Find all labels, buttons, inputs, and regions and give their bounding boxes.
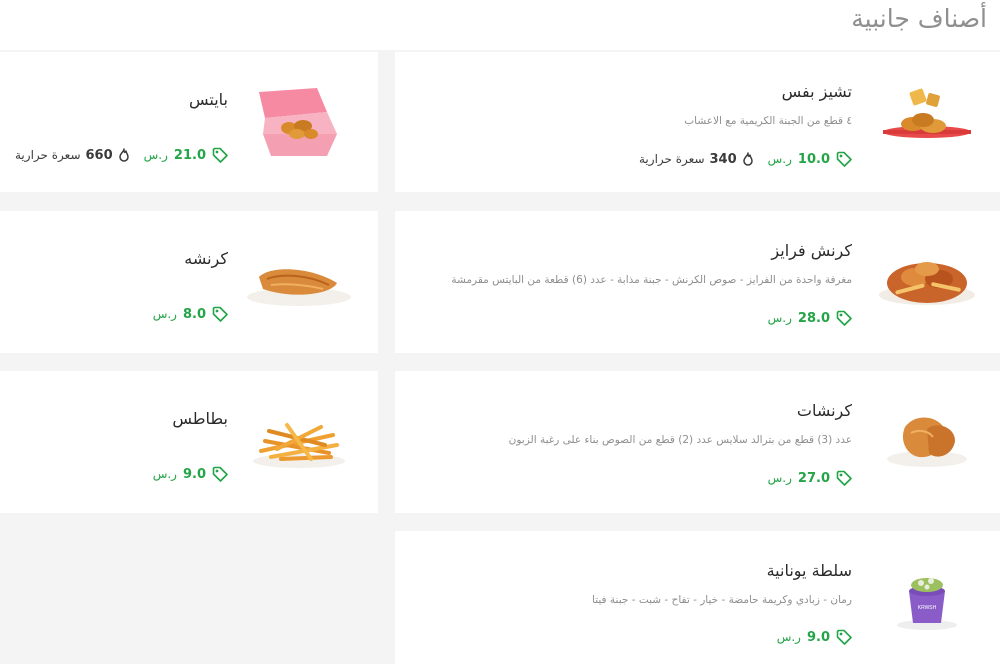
price-currency: ر.س xyxy=(767,152,792,166)
item-meta: 8.0 ر.س xyxy=(153,306,228,322)
item-name: كرنشات xyxy=(796,401,852,420)
price-value: 8.0 xyxy=(182,306,206,322)
price-group: 21.0 ر.س xyxy=(144,147,228,163)
calories-value: 340 xyxy=(709,151,737,167)
item-meta: 27.0 ر.س xyxy=(768,470,852,486)
bites-box-image xyxy=(241,82,356,162)
menu-item-card[interactable]: كرنشات عدد (3) قطع من بترالد سلايس عدد (… xyxy=(395,371,1000,513)
price-value: 27.0 xyxy=(797,470,830,486)
price-tag-icon xyxy=(212,466,228,482)
price-tag-icon xyxy=(836,151,852,167)
item-name: سلطة يونانية xyxy=(766,561,852,580)
price-value: 10.0 xyxy=(797,151,830,167)
calories-group: 340 سعرة حرارية xyxy=(639,152,754,167)
greek-salad-image: KRWSH xyxy=(875,559,980,639)
menu-item-card[interactable]: كرنش فرايز مغرفة واحدة من الفرايز - صوص … xyxy=(395,211,1000,353)
flame-icon xyxy=(742,152,754,166)
calories-label: سعرة حرارية xyxy=(15,148,81,162)
price-value: 9.0 xyxy=(182,466,206,482)
item-meta: 28.0 ر.س xyxy=(768,310,852,326)
price-group: 9.0 ر.س xyxy=(777,629,852,645)
item-name: كرنش فرايز xyxy=(771,241,852,260)
calories-value: 660 xyxy=(85,147,113,163)
price-tag-icon xyxy=(836,470,852,486)
price-currency: ر.س xyxy=(152,467,177,481)
fries-image xyxy=(241,401,356,481)
price-group: 28.0 ر.س xyxy=(768,310,852,326)
menu-item-card[interactable]: KRWSH سلطة يونانية رمان - زبادي وكريمة ح… xyxy=(395,531,1000,664)
item-meta: 9.0 ر.س xyxy=(777,629,852,645)
item-description: عدد (3) قطع من بترالد سلايس عدد (2) قطع … xyxy=(508,434,852,446)
price-tag-icon xyxy=(836,629,852,645)
price-currency: ر.س xyxy=(767,471,792,485)
item-description: مغرفة واحدة من الفرايز - صوص الكرنش - جب… xyxy=(451,274,852,286)
menu-item-card[interactable]: بايتس 21.0 ر.س 660 سعرة حرارية xyxy=(0,52,378,192)
cup-label: KRWSH xyxy=(918,605,937,611)
price-currency: ر.س xyxy=(152,307,177,321)
price-group: 9.0 ر.س xyxy=(153,466,228,482)
price-value: 21.0 xyxy=(173,147,206,163)
price-tag-icon xyxy=(212,147,228,163)
price-tag-icon xyxy=(836,310,852,326)
item-name: بطاطس xyxy=(172,409,228,428)
item-name: بايتس xyxy=(188,90,228,109)
menu-item-card[interactable]: بطاطس 9.0 ر.س xyxy=(0,371,378,513)
price-currency: ر.س xyxy=(143,148,168,162)
price-value: 9.0 xyxy=(806,629,830,645)
item-meta: 10.0 ر.س 340 سعرة حرارية xyxy=(639,151,852,167)
item-meta: 9.0 ر.س xyxy=(153,466,228,482)
section-header: أصناف جانبية xyxy=(0,0,1000,50)
item-description: ٤ قطع من الجبنة الكريمية مع الاعشاب xyxy=(684,115,852,127)
crunch-fries-image xyxy=(875,239,980,319)
calories-group: 660 سعرة حرارية xyxy=(15,148,130,163)
price-group: 27.0 ر.س xyxy=(768,470,852,486)
price-group: 8.0 ر.س xyxy=(153,306,228,322)
crunchat-image xyxy=(875,399,980,479)
price-tag-icon xyxy=(212,306,228,322)
calories-label: سعرة حرارية xyxy=(639,152,705,166)
price-group: 10.0 ر.س xyxy=(768,151,852,167)
item-description: رمان - زبادي وكريمة حامضة - خيار - تفاح … xyxy=(592,594,852,606)
item-meta: 21.0 ر.س 660 سعرة حرارية xyxy=(15,147,228,163)
price-currency: ر.س xyxy=(776,630,801,644)
menu-item-card[interactable]: كرنشه 8.0 ر.س xyxy=(0,211,378,353)
price-currency: ر.س xyxy=(767,311,792,325)
crunsha-image xyxy=(241,241,356,321)
price-value: 28.0 xyxy=(797,310,830,326)
section-title: أصناف جانبية xyxy=(851,4,987,33)
menu-item-card[interactable]: تشيز بفس ٤ قطع من الجبنة الكريمية مع الا… xyxy=(395,52,1000,192)
item-name: تشيز بفس xyxy=(781,82,852,101)
cheese-puffs-image xyxy=(875,80,980,160)
flame-icon xyxy=(118,148,130,162)
item-name: كرنشه xyxy=(184,249,228,268)
page: أصناف جانبية تشيز بفس ٤ قطع من الجبنة ال… xyxy=(0,0,1000,664)
